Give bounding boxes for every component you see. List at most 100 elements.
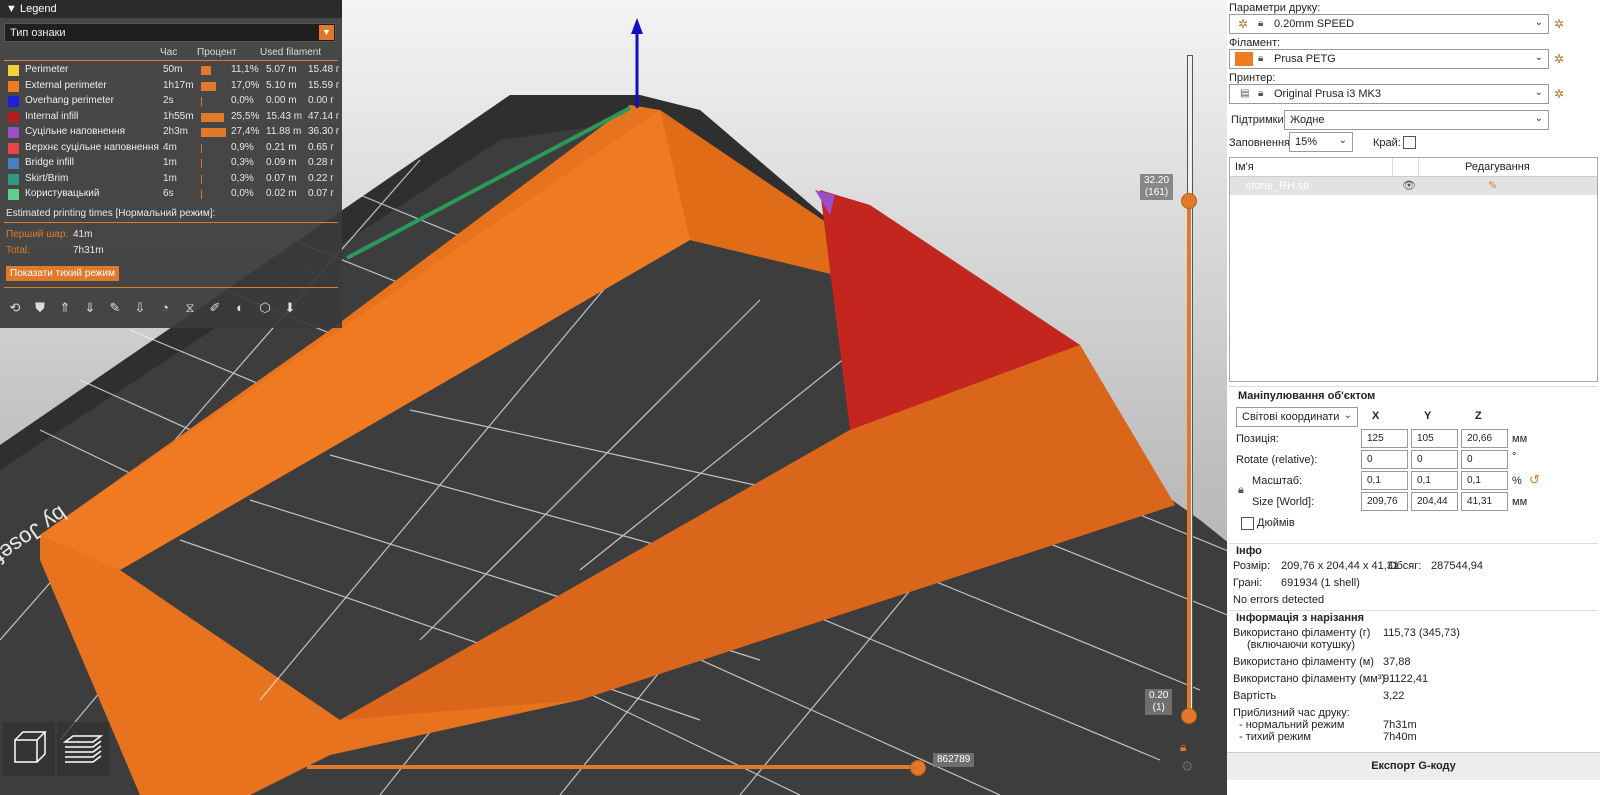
retractions-icon[interactable]: ⇑ — [56, 299, 74, 317]
legend-color-swatch — [8, 65, 19, 76]
position-unit: мм — [1512, 433, 1528, 445]
tool-changes-icon[interactable]: ⇩ — [131, 299, 149, 317]
sliced-info-section: Інформація з нарізання Використано філам… — [1229, 610, 1598, 751]
filament-color-swatch — [1235, 52, 1253, 66]
legend-item-name: Користувацький — [25, 188, 100, 199]
info-volume-label: Обсяг: — [1388, 560, 1422, 572]
color-changes-icon[interactable]: ◔ — [156, 299, 174, 317]
col-used-filament: Used filament — [260, 47, 322, 58]
brim-checkbox[interactable] — [1403, 136, 1416, 149]
legend-item-grams: 47.14 г — [308, 110, 340, 122]
filament-combo[interactable]: 🔒︎ Prusa PETG ⌄ — [1229, 49, 1549, 69]
legend-header[interactable]: ▼ Legend — [0, 0, 342, 18]
printer-edit-icon[interactable]: ✲ — [1554, 88, 1566, 100]
used-mm3-value: 91122,41 — [1383, 673, 1429, 685]
preview-button[interactable] — [57, 722, 109, 776]
layer-slider-range — [1187, 200, 1191, 715]
print-settings-label: Параметри друку: — [1229, 2, 1321, 14]
seams-icon[interactable]: ✎ — [106, 299, 124, 317]
position-z-field[interactable]: 20,66 — [1461, 429, 1508, 448]
coord-system-combo[interactable]: Світові координати ⌄ — [1236, 407, 1358, 427]
legend-item-time: 1h17m — [163, 79, 194, 91]
chevron-down-icon: ⌄ — [1534, 52, 1543, 63]
printer-combo[interactable]: ▤ 🔒︎ Original Prusa i3 MK3 ⌄ — [1229, 84, 1549, 104]
export-gcode-button[interactable]: Експорт G-коду — [1227, 752, 1600, 780]
deretractions-icon[interactable]: ⇓ — [81, 299, 99, 317]
legend-item-percent: 17,0% — [231, 79, 260, 91]
chevron-down-icon: ⌄ — [1338, 135, 1347, 146]
legend-row[interactable]: Користувацький 6s 0,0% 0.02 m 0.07 г — [0, 187, 342, 202]
3d-view-button[interactable] — [3, 722, 55, 776]
edit-icon[interactable]: ✎ — [1488, 179, 1497, 192]
filament-edit-icon[interactable]: ✲ — [1554, 53, 1566, 65]
object-manipulation-section: Маніпулювання об'єктом Світові координат… — [1229, 386, 1598, 542]
legend-item-bar — [201, 128, 226, 137]
object-list[interactable]: Ім'я Редагування stone_RH.stl 👁︎ ✎ — [1229, 157, 1598, 382]
position-y-field[interactable]: 105 — [1411, 429, 1458, 448]
legend-row[interactable]: Skirt/Brim 1m 0,3% 0.07 m 0.22 г — [0, 172, 342, 187]
col-time: Час — [160, 47, 178, 58]
legend-row[interactable]: Bridge infill 1m 0,3% 0.09 m 0.28 г — [0, 156, 342, 171]
legend-item-grams: 15.48 г — [308, 64, 340, 75]
legend-item-percent: 27,4% — [231, 126, 260, 137]
tool-marker-icon[interactable]: ⬇ — [281, 299, 299, 317]
slice-title: Інформація з нарізання — [1236, 612, 1365, 624]
legend-color-swatch — [8, 142, 19, 154]
legend-item-name: Perimeter — [25, 64, 69, 75]
size-z-field[interactable]: 41,31 — [1461, 492, 1508, 511]
inches-checkbox[interactable] — [1241, 517, 1254, 530]
sidebar-panel: Параметри друку: ✲ 🔒︎ 0.20mm SPEED ⌄ ✲ Фі… — [1227, 0, 1600, 795]
view-type-select[interactable]: Тип ознаки ▼ — [4, 23, 336, 42]
scale-y-field[interactable]: 0,1 — [1411, 471, 1458, 490]
uniform-scale-lock-icon[interactable]: 🔒︎ — [1238, 484, 1244, 497]
legend-item-grams: 0.00 г — [308, 95, 334, 106]
layer-slider-top-handle[interactable] — [1181, 193, 1197, 209]
legend-color-swatch — [8, 158, 19, 169]
object-list-header: Ім'я Редагування — [1230, 158, 1597, 177]
infill-combo[interactable]: 15% ⌄ — [1289, 132, 1353, 152]
info-title: Інфо — [1236, 545, 1262, 557]
center-of-gravity-icon[interactable]: ◐ — [231, 299, 249, 317]
brim-label: Край: — [1373, 137, 1401, 149]
infill-label: Заповнення: — [1229, 137, 1294, 149]
lock-icon[interactable]: 🔒︎ — [1180, 740, 1186, 755]
print-settings-combo[interactable]: ✲ 🔒︎ 0.20mm SPEED ⌄ — [1229, 14, 1549, 34]
scale-z-field[interactable]: 0,1 — [1461, 471, 1508, 490]
size-x-field[interactable]: 209,76 — [1361, 492, 1408, 511]
legend-row[interactable]: Верхнє суцільне наповнення 4m 0,9% 0.21 m 0.… — [0, 141, 342, 156]
print-settings-edit-icon[interactable]: ✲ — [1554, 18, 1566, 30]
custom-gcode-icon[interactable]: ✐ — [206, 299, 224, 317]
position-x-field[interactable]: 125 — [1361, 429, 1408, 448]
supports-combo[interactable]: Жодне ⌄ — [1284, 110, 1549, 130]
legend-item-bar — [201, 143, 202, 153]
pause-prints-icon[interactable]: ⧖ — [181, 299, 199, 317]
legend-row[interactable]: Overhang perimeter 2s 0,0% 0.00 m 0.00 г — [0, 94, 342, 109]
move-slider-track[interactable] — [307, 765, 919, 769]
wipe-icon[interactable]: ⛊ — [31, 299, 49, 317]
reset-scale-icon[interactable]: ↺ — [1529, 472, 1540, 488]
layer-slider-bottom-handle[interactable] — [1181, 708, 1197, 724]
scale-x-field[interactable]: 0,1 — [1361, 471, 1408, 490]
legend-row[interactable]: Internal infill 1h55m 25,5% 15.43 m 47.14 г — [0, 110, 342, 125]
size-y-field[interactable]: 204,44 — [1411, 492, 1458, 511]
shells-icon[interactable]: ⬡ — [256, 299, 274, 317]
legend-color-swatch — [8, 111, 19, 123]
show-silent-mode-button[interactable]: Показати тихий режим — [6, 266, 119, 281]
chevron-down-icon: ⌄ — [1534, 113, 1543, 124]
legend-row[interactable]: Суцільне наповнення 2h3m 27,4% 11.88 m 36.30… — [0, 125, 342, 140]
legend-item-percent: 0,3% — [231, 172, 254, 184]
settings-cog-icon[interactable]: ⚙ — [1181, 758, 1194, 775]
rotate-z-field[interactable]: 0 — [1461, 450, 1508, 469]
legend-item-name: Skirt/Brim — [25, 172, 69, 184]
legend-row[interactable]: Perimeter 50m 11,1% 5.07 m 15.48 г — [0, 63, 342, 78]
legend-item-bar — [201, 159, 202, 168]
travel-icon[interactable]: ⟲ — [6, 299, 24, 317]
legend-row[interactable]: External perimeter 1h17m 17,0% 5.10 m 15.59 … — [0, 79, 342, 94]
rotate-x-field[interactable]: 0 — [1361, 450, 1408, 469]
move-slider-handle[interactable] — [910, 760, 926, 776]
legend-item-grams: 15.59 г — [308, 79, 340, 91]
eye-icon[interactable]: 👁︎ — [1402, 179, 1416, 192]
scale-label: Масштаб: — [1252, 475, 1303, 487]
object-row[interactable]: stone_RH.stl 👁︎ ✎ — [1230, 177, 1597, 195]
rotate-y-field[interactable]: 0 — [1411, 450, 1458, 469]
